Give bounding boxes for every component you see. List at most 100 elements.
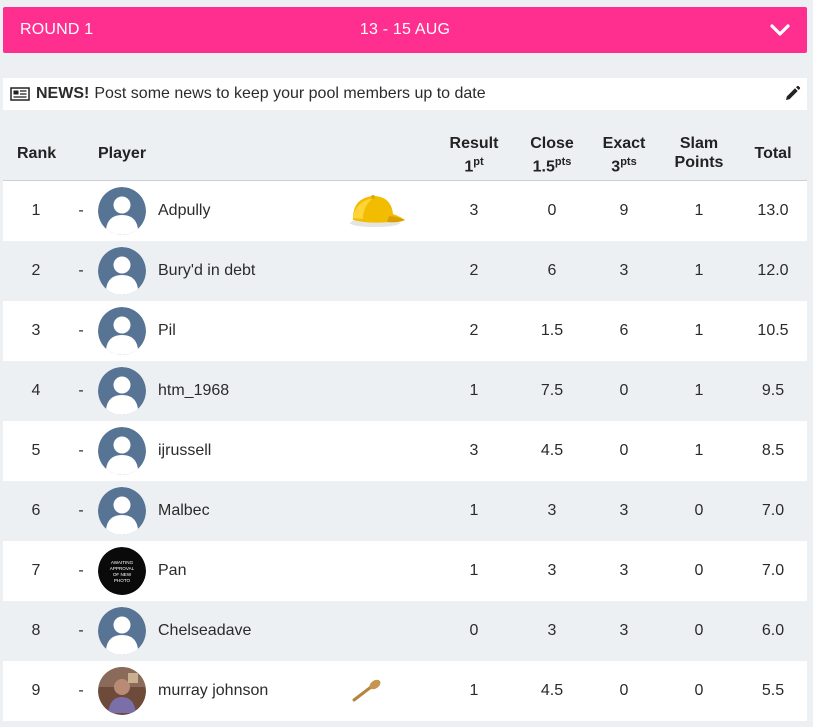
header-exact-value: 3	[611, 158, 621, 176]
header-close: Close 1.5pts	[522, 134, 582, 176]
rank-change-cell: -	[78, 442, 84, 459]
total-cell: 8.5	[761, 442, 785, 459]
total-cell: 12.0	[757, 262, 789, 279]
default-avatar[interactable]	[98, 307, 146, 355]
player-name[interactable]: Pil	[158, 301, 176, 361]
table-row[interactable]: 5 - ijrussell 3 4.5 0 1 8.5	[3, 421, 807, 481]
result-cell: 3	[469, 442, 479, 459]
close-cell: 3	[547, 562, 557, 579]
slam-cell: 1	[694, 202, 704, 219]
news-heading: NEWS!	[36, 85, 90, 102]
header-total: Total	[754, 145, 792, 162]
default-avatar[interactable]	[98, 367, 146, 415]
wooden-spoon-icon	[351, 661, 383, 721]
player-name[interactable]: Bury'd in debt	[158, 241, 255, 301]
awaiting-photo-text: AWAITING	[111, 560, 134, 565]
header-close-unit: pts	[554, 156, 572, 168]
player-name[interactable]: Malbec	[158, 481, 210, 541]
rank-change-cell: -	[78, 382, 84, 399]
rank-change-cell: -	[78, 622, 84, 639]
table-row[interactable]: 2 - Bury'd in debt 2 6 3 1 12.0	[3, 241, 807, 301]
result-cell: 1	[469, 682, 479, 699]
default-avatar[interactable]	[98, 427, 146, 475]
slam-cell: 0	[694, 502, 704, 519]
rank-cell: 9	[31, 682, 41, 699]
default-avatar[interactable]	[98, 187, 146, 235]
total-cell: 9.5	[761, 382, 785, 399]
standings-table: Rank Player Result 1pt Close 1.5pts Exac…	[3, 124, 807, 721]
result-cell: 1	[469, 562, 479, 579]
header-result-label: Result	[449, 135, 499, 152]
round-header[interactable]: ROUND 1 13 - 15 AUG	[3, 7, 807, 53]
header-slam-top: Slam	[679, 135, 719, 152]
player-name[interactable]: Chelseadave	[158, 601, 251, 661]
yellow-cap-icon	[349, 181, 407, 241]
table-row[interactable]: 8 - Chelseadave 0 3 3 0 6.0	[3, 601, 807, 661]
pencil-icon[interactable]	[783, 85, 801, 103]
rank-cell: 7	[31, 562, 41, 579]
close-cell: 3	[547, 502, 557, 519]
rank-cell: 8	[31, 622, 41, 639]
player-name[interactable]: ijrussell	[158, 421, 211, 481]
player-name[interactable]: htm_1968	[158, 361, 229, 421]
header-result-value: 1	[464, 158, 474, 176]
exact-cell: 3	[619, 622, 629, 639]
total-cell: 7.0	[761, 502, 785, 519]
rank-change-cell: -	[78, 202, 84, 219]
default-avatar[interactable]	[98, 487, 146, 535]
result-cell: 1	[469, 382, 479, 399]
table-row[interactable]: 9 - murray johnson 1 4.5 0 0 5.5	[3, 661, 807, 721]
total-cell: 5.5	[761, 682, 785, 699]
exact-cell: 6	[619, 322, 629, 339]
slam-cell: 0	[694, 562, 704, 579]
exact-cell: 3	[619, 262, 629, 279]
total-cell: 10.5	[757, 322, 789, 339]
exact-cell: 0	[619, 382, 629, 399]
result-cell: 0	[469, 622, 479, 639]
close-cell: 4.5	[540, 682, 564, 699]
header-result: Result 1pt	[444, 134, 504, 176]
table-row[interactable]: 4 - htm_1968 1 7.5 0 1 9.5	[3, 361, 807, 421]
chevron-down-icon[interactable]	[769, 21, 791, 39]
table-row[interactable]: 3 - Pil 2 1.5 6 1 10.5	[3, 301, 807, 361]
header-close-value: 1.5	[532, 158, 555, 176]
total-cell: 6.0	[761, 622, 785, 639]
exact-cell: 0	[619, 442, 629, 459]
total-cell: 7.0	[761, 562, 785, 579]
rank-cell: 4	[31, 382, 41, 399]
default-avatar[interactable]	[98, 247, 146, 295]
close-cell: 0	[547, 202, 557, 219]
close-cell: 6	[547, 262, 557, 279]
default-avatar[interactable]	[98, 607, 146, 655]
rank-cell: 5	[31, 442, 41, 459]
player-name[interactable]: Adpully	[158, 181, 210, 241]
slam-cell: 0	[694, 622, 704, 639]
header-result-unit: pt	[473, 156, 484, 168]
exact-cell: 0	[619, 682, 629, 699]
table-body: 1 - Adpully 3 0 9 1 13.0 2 - Bury'd in d…	[3, 181, 807, 721]
header-exact-label: Exact	[602, 135, 646, 152]
header-slam: Slam Points	[669, 134, 729, 172]
table-row[interactable]: 6 - Malbec 1 3 3 0 7.0	[3, 481, 807, 541]
close-cell: 4.5	[540, 442, 564, 459]
header-close-label: Close	[530, 135, 574, 152]
exact-cell: 9	[619, 202, 629, 219]
exact-cell: 3	[619, 562, 629, 579]
awaiting-photo-text: PHOTO	[114, 578, 131, 583]
rank-cell: 1	[31, 202, 41, 219]
player-name[interactable]: murray johnson	[158, 661, 268, 721]
table-row[interactable]: 1 - Adpully 3 0 9 1 13.0	[3, 181, 807, 241]
newspaper-icon	[10, 86, 30, 102]
slam-cell: 1	[694, 382, 704, 399]
exact-cell: 3	[619, 502, 629, 519]
table-header: Rank Player Result 1pt Close 1.5pts Exac…	[3, 124, 807, 181]
table-row[interactable]: 7 - AWAITING APPROVAL OF NEW PHOTO Pan 1 3 …	[3, 541, 807, 601]
slam-cell: 1	[694, 322, 704, 339]
rank-change-cell: -	[78, 322, 84, 339]
awaiting-photo-avatar[interactable]: AWAITING APPROVAL OF NEW PHOTO	[98, 547, 146, 595]
player-name[interactable]: Pan	[158, 541, 186, 601]
rank-change-cell: -	[78, 562, 84, 579]
header-exact: Exact 3pts	[594, 134, 654, 176]
round-dates: 13 - 15 AUG	[359, 21, 451, 38]
user-photo-avatar[interactable]	[98, 667, 146, 715]
